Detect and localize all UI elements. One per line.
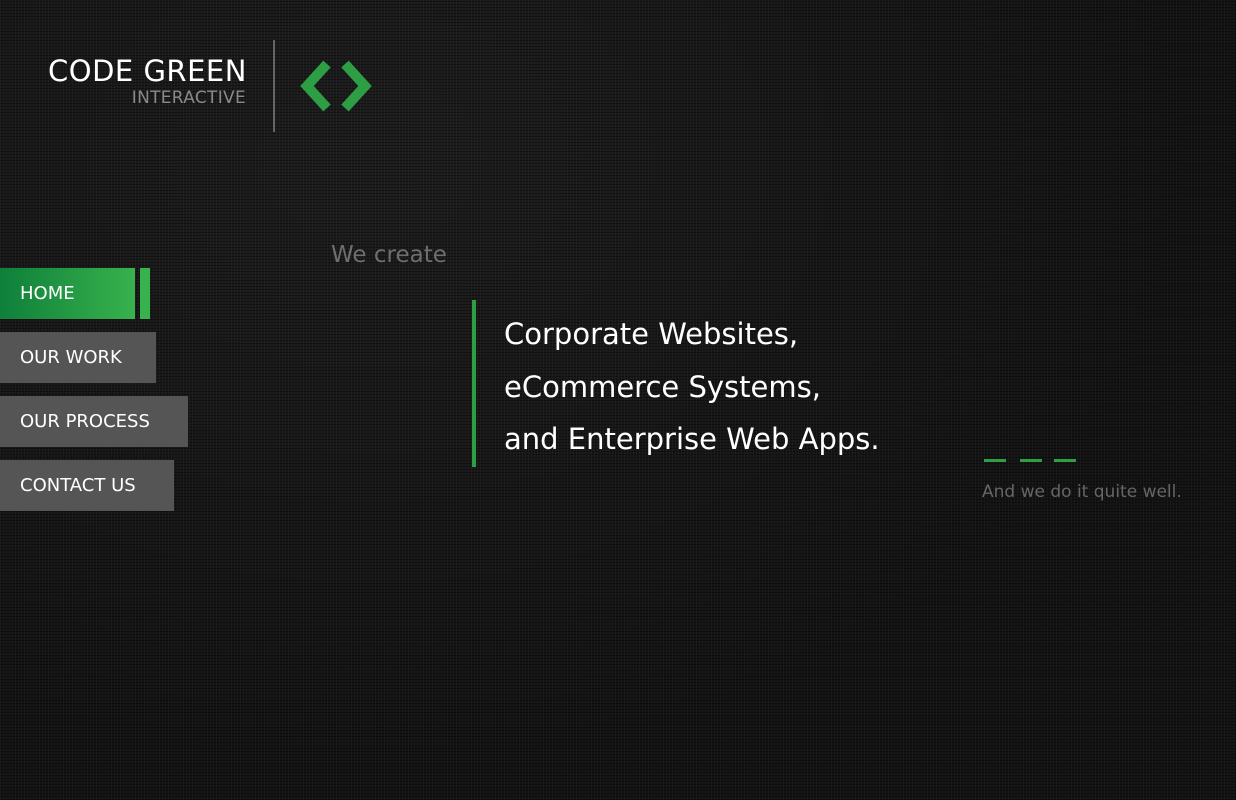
logo-text: CODE GREEN INTERACTIVE	[48, 54, 246, 108]
tagline: And we do it quite well.	[982, 482, 1182, 502]
hero-line: eCommerce Systems,	[504, 369, 821, 404]
hero-services: Corporate Websites, eCommerce Systems, a…	[504, 308, 880, 466]
tagline-dashes	[984, 459, 1078, 463]
logo-subtitle: INTERACTIVE	[131, 88, 246, 108]
nav-active-indicator	[140, 268, 150, 319]
code-brackets-icon	[300, 60, 372, 112]
hero-intro: We create	[331, 242, 447, 268]
dash	[1020, 459, 1042, 462]
logo-divider	[273, 40, 275, 132]
dash	[984, 459, 1006, 462]
nav-item-our-process[interactable]: OUR PROCESS	[0, 396, 188, 447]
logo-title: CODE GREEN	[48, 54, 247, 88]
nav-item-contact-us[interactable]: CONTACT US	[0, 460, 174, 511]
nav-item-our-work[interactable]: OUR WORK	[0, 332, 156, 383]
hero-line: and Enterprise Web Apps.	[504, 422, 880, 456]
dash	[1054, 459, 1076, 462]
hero-line: Corporate Websites,	[504, 317, 799, 351]
hero-accent-bar	[472, 300, 476, 467]
nav-item-home[interactable]: HOME	[0, 268, 135, 319]
